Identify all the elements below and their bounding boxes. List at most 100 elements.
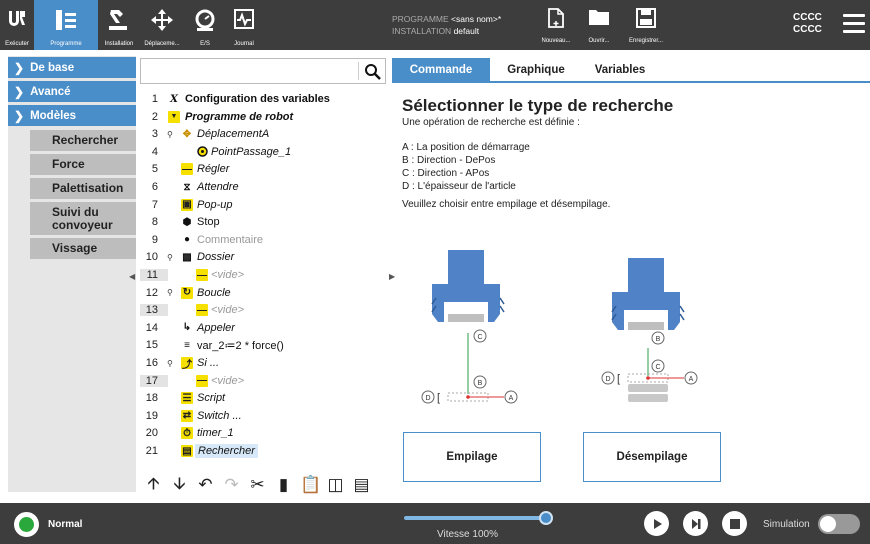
nav-program[interactable]: Programme bbox=[34, 0, 98, 50]
template-palletizing-label: Palettisation bbox=[52, 181, 124, 195]
tree-row[interactable]: 3 ⚲ ✥ DéplacementA bbox=[140, 125, 390, 143]
tree-row[interactable]: 11 — <vide> bbox=[140, 266, 390, 284]
comment-icon: ● bbox=[183, 234, 191, 246]
nav-log[interactable]: Journal bbox=[226, 0, 262, 50]
paste-icon[interactable]: 📋 bbox=[300, 475, 321, 495]
row-text: <vide> bbox=[211, 374, 245, 387]
svg-text:B: B bbox=[478, 380, 483, 387]
tab-graphics[interactable]: Graphique bbox=[498, 58, 574, 81]
step-button[interactable] bbox=[683, 511, 708, 536]
tree-row[interactable]: 13 — <vide> bbox=[140, 301, 390, 319]
tab-command-label: Commande bbox=[409, 63, 473, 76]
cut-icon[interactable]: ✂ bbox=[248, 475, 267, 495]
user-line-1: CCCC bbox=[793, 12, 822, 23]
hamburger-menu-icon[interactable] bbox=[843, 14, 865, 38]
redo-icon[interactable]: ↷ bbox=[222, 475, 241, 495]
stop-button[interactable] bbox=[722, 511, 747, 536]
tree-row[interactable]: 17 — <vide> bbox=[140, 372, 390, 390]
tree-row[interactable]: 5 — Régler bbox=[140, 160, 390, 178]
svg-text:C: C bbox=[655, 364, 660, 371]
tab-graphics-label: Graphique bbox=[507, 63, 565, 76]
row-text: PointPassage_1 bbox=[211, 145, 292, 158]
row-text: Rechercher bbox=[195, 444, 258, 458]
simulation-toggle[interactable] bbox=[818, 514, 860, 534]
label-b-marker: B bbox=[473, 375, 487, 389]
chevron-right-icon: ❯ bbox=[14, 84, 25, 99]
tree-row[interactable]: 19 ⇄ Switch ... bbox=[140, 407, 390, 425]
pin-icon: ⚲ bbox=[167, 288, 173, 298]
speed-slider-handle[interactable] bbox=[539, 511, 553, 525]
nav-io[interactable]: E/S bbox=[184, 0, 226, 50]
template-search[interactable]: Rechercher bbox=[30, 130, 136, 151]
panel-item-c: C : Direction - APos bbox=[402, 168, 490, 179]
tree-row-selected[interactable]: 21 ▤ Rechercher bbox=[140, 442, 390, 460]
save-button[interactable]: Enregistrer... bbox=[618, 0, 674, 50]
tab-command[interactable]: Commande bbox=[392, 58, 490, 81]
tree-row[interactable]: 6 ⧖ Attendre bbox=[140, 178, 390, 196]
row-text: Boucle bbox=[197, 286, 231, 299]
tree-row[interactable]: 16 ⚲ ⤴ Si ... bbox=[140, 354, 390, 372]
category-basic[interactable]: ❯ De base bbox=[8, 57, 136, 78]
nav-move[interactable]: Déplaceme... bbox=[140, 0, 184, 50]
row-number: 2 bbox=[151, 110, 158, 123]
label-d-marker: D bbox=[601, 371, 615, 385]
held-item bbox=[448, 314, 484, 322]
collapse-left-icon[interactable]: ◀ bbox=[129, 272, 135, 281]
pin-icon: ⚲ bbox=[167, 252, 173, 262]
destacking-diagram: B C A D [ bbox=[601, 258, 698, 402]
tree-row[interactable]: 12 ⚲ ↻ Boucle bbox=[140, 284, 390, 302]
panel-tabs: Commande Graphique Variables bbox=[392, 58, 870, 83]
stop-square-icon bbox=[729, 518, 740, 529]
stacking-diagram: C B A D [ bbox=[421, 250, 518, 404]
row-number: 12 bbox=[145, 286, 158, 299]
search-separator bbox=[358, 62, 359, 80]
loop-icon: ↻ bbox=[181, 286, 193, 299]
tab-variables[interactable]: Variables bbox=[582, 58, 658, 81]
play-button[interactable] bbox=[644, 511, 669, 536]
row-text: Switch ... bbox=[197, 409, 242, 422]
thickness-bracket: [ bbox=[617, 373, 620, 385]
row-number: 1 bbox=[151, 93, 158, 105]
tree-row[interactable]: 9 ● Commentaire bbox=[140, 231, 390, 249]
tree-row[interactable]: 7 ▣ Pop-up bbox=[140, 196, 390, 214]
row-text: timer_1 bbox=[197, 427, 234, 440]
tree-row[interactable]: 15 ≡ var_2≔2 * force() bbox=[140, 336, 390, 354]
category-advanced[interactable]: ❯ Avancé bbox=[8, 81, 136, 102]
template-conveyor-tracking[interactable]: Suivi du convoyeur bbox=[30, 202, 136, 235]
move-up-icon[interactable]: 🡩 bbox=[144, 471, 163, 500]
template-force[interactable]: Force bbox=[30, 154, 136, 175]
stop-icon: ⬢ bbox=[182, 216, 192, 228]
tab-variables-label: Variables bbox=[594, 63, 646, 76]
tree-row[interactable]: 4 PointPassage_1 bbox=[140, 143, 390, 161]
template-palletizing[interactable]: Palettisation bbox=[30, 178, 136, 199]
destacking-button[interactable]: Désempilage bbox=[583, 432, 721, 482]
destacking-button-label: Désempilage bbox=[616, 451, 688, 463]
copy-icon[interactable]: ▮ bbox=[274, 475, 293, 495]
speed-slider-track[interactable] bbox=[404, 516, 546, 520]
nav-installation[interactable]: Installation bbox=[98, 0, 140, 50]
new-button[interactable]: Nouveau... bbox=[536, 0, 576, 50]
tree-row[interactable]: 1 X Configuration des variables bbox=[140, 90, 390, 108]
tree-search-input[interactable] bbox=[140, 58, 386, 84]
tree-row[interactable]: 20 ⏱ timer_1 bbox=[140, 424, 390, 442]
folder-icon bbox=[589, 10, 609, 25]
nav-run[interactable]: Exécuter bbox=[0, 0, 34, 50]
search-icon[interactable] bbox=[364, 63, 381, 80]
suppress-icon[interactable]: ▤ bbox=[352, 475, 371, 495]
template-screwing[interactable]: Vissage bbox=[30, 238, 136, 259]
status-indicator-icon[interactable] bbox=[14, 512, 39, 537]
undo-icon[interactable]: ↶ bbox=[196, 475, 215, 495]
tree-row[interactable]: 8 ⬢ Stop bbox=[140, 213, 390, 231]
row-number: 17 bbox=[140, 374, 168, 387]
row-text: Dossier bbox=[197, 251, 235, 264]
move-down-icon[interactable]: 🡫 bbox=[170, 471, 189, 500]
tree-row[interactable]: 18 ☰ Script bbox=[140, 389, 390, 407]
tree-row[interactable]: 2 ▼ Programme de robot bbox=[140, 108, 390, 126]
delete-icon[interactable]: ◫ bbox=[326, 475, 345, 495]
category-templates[interactable]: ❯ Modèles bbox=[8, 105, 136, 126]
open-button[interactable]: Ouvrir... bbox=[580, 0, 618, 50]
tree-row[interactable]: 10 ⚲ ▩ Dossier bbox=[140, 248, 390, 266]
collapse-right-icon[interactable]: ▶ bbox=[389, 272, 395, 281]
stacking-button[interactable]: Empilage bbox=[403, 432, 541, 482]
tree-row[interactable]: 14 ↳ Appeler bbox=[140, 319, 390, 337]
